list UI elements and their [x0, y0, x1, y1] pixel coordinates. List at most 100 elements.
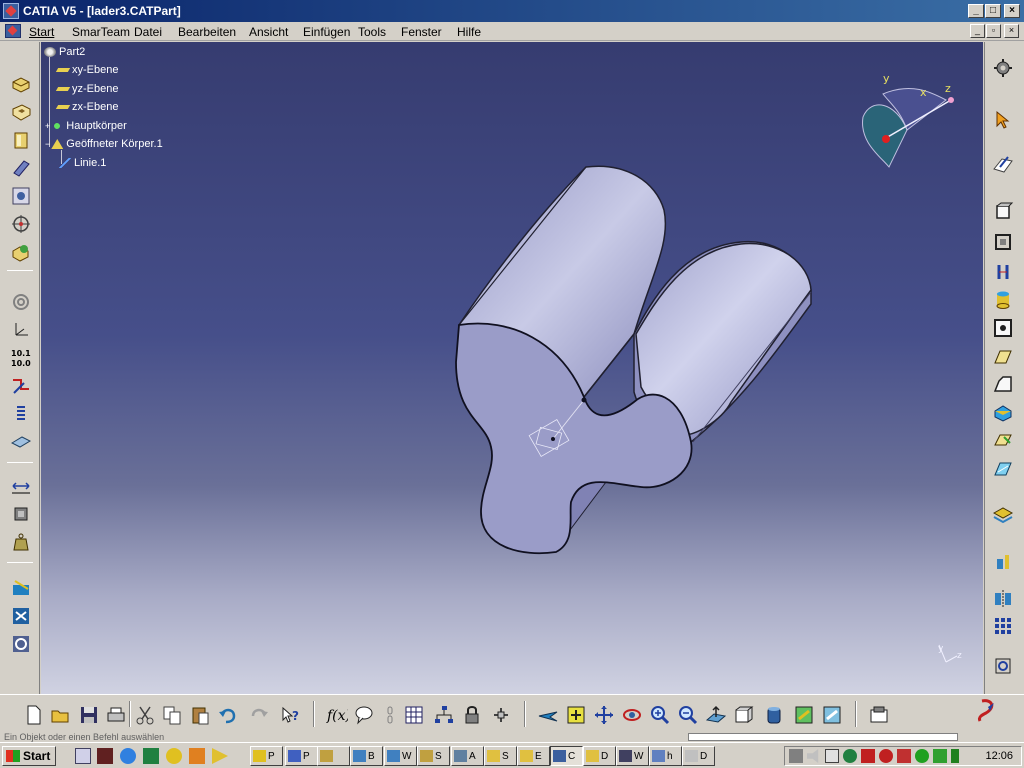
zoom-in-icon[interactable] [648, 703, 672, 727]
quicklaunch-app-icon[interactable] [189, 748, 205, 764]
tree-node-hauptkoerper[interactable]: + Hauptkörper [45, 120, 127, 132]
quicklaunch-app-icon[interactable] [97, 748, 113, 764]
tray-app-icon[interactable] [933, 749, 947, 763]
select-arrow-icon[interactable] [991, 108, 1015, 132]
fit-all-icon[interactable] [991, 654, 1015, 678]
sketcher-icon[interactable] [991, 152, 1015, 176]
swap-visible-space-icon[interactable] [820, 703, 844, 727]
maximize-button[interactable]: □ [985, 4, 1001, 18]
print-icon[interactable] [104, 703, 128, 727]
cylinder-icon[interactable] [991, 288, 1015, 312]
shell-icon[interactable] [991, 428, 1015, 452]
undo-icon[interactable] [216, 703, 240, 727]
whats-this-help-icon[interactable]: ? [278, 703, 302, 727]
menu-bearbeiten[interactable]: Bearbeiten [178, 25, 236, 39]
fly-mode-icon[interactable] [536, 703, 560, 727]
scale-icon[interactable] [991, 550, 1015, 574]
collapse-icon[interactable]: − [45, 139, 50, 149]
offset-icon[interactable] [991, 230, 1015, 254]
tray-app-icon[interactable] [897, 749, 911, 763]
tree-node-xy-ebene[interactable]: xy-Ebene [55, 64, 118, 76]
taskbar-button[interactable]: D [682, 746, 715, 766]
command-input[interactable] [688, 733, 958, 741]
measure-item-icon[interactable] [9, 502, 33, 526]
pocket-icon[interactable] [9, 100, 33, 124]
comment-icon[interactable] [352, 703, 376, 727]
taskbar-button-active[interactable]: C [550, 746, 583, 766]
normal-view-icon[interactable] [704, 703, 728, 727]
measure-between-icon[interactable] [9, 474, 33, 498]
hand-icon[interactable] [825, 749, 839, 763]
shading-icon[interactable] [762, 703, 786, 727]
quicklaunch-app-icon[interactable] [143, 748, 159, 764]
doc-restore-button[interactable]: ▫ [986, 24, 1001, 38]
tree-node-linie[interactable]: Linie.1 [59, 157, 106, 169]
rotate-icon[interactable] [620, 703, 644, 727]
taskbar-button[interactable]: A [451, 746, 484, 766]
taskbar-button[interactable]: B [350, 746, 383, 766]
doc-close-button[interactable]: × [1004, 24, 1019, 38]
taskbar-button[interactable] [317, 746, 350, 766]
menu-smarteam[interactable]: SmarTeam [72, 25, 130, 39]
volume-icon[interactable] [807, 749, 819, 763]
menu-hilfe[interactable]: Hilfe [457, 25, 481, 39]
hole-icon[interactable] [9, 184, 33, 208]
zoom-out-icon[interactable] [676, 703, 700, 727]
doc-minimize-button[interactable]: _ [970, 24, 985, 38]
table-icon[interactable] [402, 703, 426, 727]
layers-icon[interactable] [991, 502, 1015, 526]
expand-icon[interactable]: + [45, 121, 50, 131]
save-icon[interactable] [77, 703, 101, 727]
tree-node-zx-ebene[interactable]: zx-Ebene [55, 101, 118, 113]
antivirus-icon[interactable] [879, 749, 893, 763]
frame-icon[interactable] [991, 316, 1015, 340]
link-icon[interactable] [378, 703, 402, 727]
tray-app-icon[interactable] [843, 749, 857, 763]
taskbar-button[interactable]: S [417, 746, 450, 766]
show-desktop-icon[interactable] [75, 748, 91, 764]
menu-start[interactable]: Start [29, 25, 54, 39]
start-button[interactable]: Start [2, 746, 56, 766]
shaft-icon[interactable] [9, 128, 33, 152]
menu-einfuegen[interactable]: Einfügen [303, 25, 350, 39]
media-player-icon[interactable] [212, 748, 228, 764]
catalog-browser-icon[interactable] [867, 703, 891, 727]
mirror-icon[interactable] [991, 586, 1015, 610]
axis-system-icon[interactable] [9, 318, 33, 342]
plane-tool-icon[interactable] [9, 430, 33, 454]
taskbar-button[interactable]: h [649, 746, 682, 766]
open-folder-icon[interactable] [49, 703, 73, 727]
pan-icon[interactable] [592, 703, 616, 727]
tray-app-icon[interactable] [861, 749, 875, 763]
gear-icon[interactable] [991, 56, 1015, 80]
menu-fenster[interactable]: Fenster [401, 25, 442, 39]
taskbar-button[interactable]: S [484, 746, 517, 766]
extruded-part[interactable] [455, 165, 812, 555]
network-icon[interactable] [789, 749, 803, 763]
draft-icon[interactable] [991, 400, 1015, 424]
internet-explorer-icon[interactable] [120, 748, 136, 764]
tree-node-geoeffneter-koerper[interactable]: − Geöffneter Körper.1 [45, 138, 163, 150]
pattern-icon[interactable] [991, 614, 1015, 638]
measure-values-icon[interactable]: 10.1 10.0 [9, 346, 33, 370]
taskbar-button[interactable]: P [285, 746, 318, 766]
render-icon[interactable] [9, 576, 33, 600]
formula-icon[interactable]: f(x) [325, 703, 349, 727]
document-icon[interactable] [5, 24, 21, 38]
tray-indicator-icon[interactable] [951, 749, 959, 763]
tree-structure-icon[interactable] [432, 703, 456, 727]
pad-icon[interactable] [9, 72, 33, 96]
constraint-icon[interactable] [9, 374, 33, 398]
menu-ansicht[interactable]: Ansicht [249, 25, 288, 39]
copy-icon[interactable] [160, 703, 184, 727]
helix-icon[interactable] [9, 290, 33, 314]
catia-app-icon[interactable] [3, 3, 19, 19]
menu-datei[interactable]: Datei [134, 25, 162, 39]
fit-all-in-icon[interactable] [564, 703, 588, 727]
taskbar-button[interactable]: D [583, 746, 616, 766]
new-file-icon[interactable] [22, 703, 46, 727]
list-icon[interactable] [9, 402, 33, 426]
extrude-icon[interactable] [991, 200, 1015, 224]
mass-icon[interactable] [9, 530, 33, 554]
rib-icon[interactable] [9, 156, 33, 180]
